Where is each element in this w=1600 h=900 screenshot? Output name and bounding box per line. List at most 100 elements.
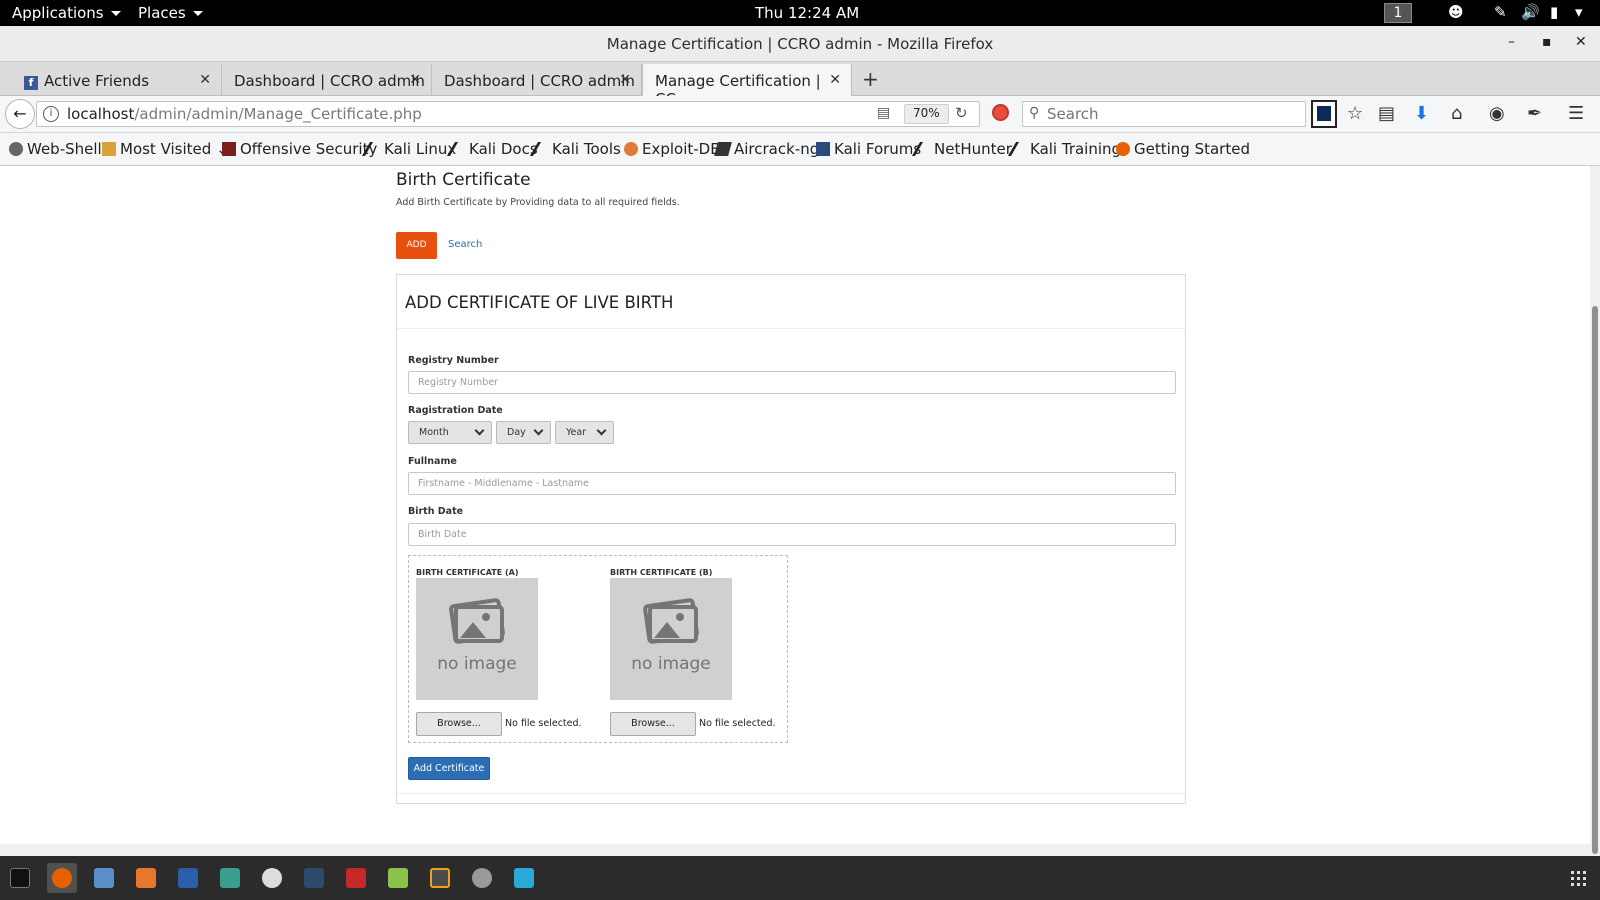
bookmark-kali-docs[interactable]: Kali Docs	[446, 140, 538, 158]
minimize-icon[interactable]: –	[1508, 34, 1515, 50]
firefox-app-icon[interactable]	[47, 863, 77, 893]
year-select[interactable]: Year	[555, 421, 614, 444]
pocket-icon[interactable]: ◉	[1489, 103, 1505, 124]
applications-label: Applications	[12, 4, 104, 22]
search-bar[interactable]: ⚲	[1022, 101, 1306, 127]
navigation-toolbar: ← i localhost/admin/admin/Manage_Certifi…	[0, 96, 1600, 133]
mountain-shape	[654, 622, 680, 638]
users-icon[interactable]: ☻	[1448, 3, 1464, 21]
kali-icon	[361, 142, 385, 156]
browse-button-a[interactable]: Browse...	[416, 712, 502, 736]
site-info-icon[interactable]: i	[43, 106, 59, 122]
settings-icon[interactable]	[467, 863, 497, 893]
bookmark-label: Kali Forums	[834, 140, 922, 158]
bookmark-nethunter[interactable]: NetHunter	[911, 140, 1012, 158]
downloads-icon[interactable]: ⬇	[1414, 103, 1429, 124]
bookmark-kali-linux[interactable]: Kali Linux	[361, 140, 456, 158]
new-tab-icon[interactable]: +	[862, 67, 879, 91]
bookmark-offensive-security[interactable]: Offensive Security	[222, 140, 377, 158]
library-icon[interactable]: ▤	[1378, 103, 1395, 124]
certificate-b-label: BIRTH CERTIFICATE (B)	[610, 568, 713, 577]
day-select[interactable]: Day	[496, 421, 551, 444]
extension-icon[interactable]	[1311, 100, 1337, 128]
bookmark-kali-training[interactable]: Kali Training	[1007, 140, 1121, 158]
search-link[interactable]: Search	[448, 239, 482, 250]
browse-button-b[interactable]: Browse...	[610, 712, 696, 736]
mountain-shape	[460, 622, 486, 638]
hamburger-menu-icon[interactable]: ☰	[1568, 103, 1584, 124]
battery-icon[interactable]: ▮	[1550, 3, 1558, 21]
facebook-icon: f	[24, 76, 38, 90]
scrollbar-thumb[interactable]	[1592, 306, 1598, 854]
tab-label: Dashboard | CCRO admin	[444, 72, 635, 90]
show-applications-icon[interactable]	[1571, 871, 1587, 887]
beef-icon[interactable]	[299, 863, 329, 893]
eyedropper-icon[interactable]: ✒	[1527, 103, 1542, 124]
offsec-icon	[222, 142, 236, 156]
places-label: Places	[138, 4, 186, 22]
pen-icon[interactable]: ✎	[1494, 3, 1507, 21]
bookmark-label: Aircrack-ng	[734, 140, 820, 158]
volume-icon[interactable]: 🔊	[1521, 3, 1540, 21]
system-monitor-icon[interactable]	[509, 863, 539, 893]
bookmark-kali-forums[interactable]: Kali Forums	[816, 140, 921, 158]
bookmark-exploit-db[interactable]: Exploit-DB	[624, 140, 721, 158]
terminal-icon[interactable]	[5, 863, 35, 893]
clock[interactable]: Thu 12:24 AM	[755, 4, 859, 22]
no-image-text: no image	[437, 654, 517, 674]
fullname-input[interactable]	[408, 472, 1176, 495]
url-path: /admin/admin/Manage_Certificate.php	[134, 105, 422, 123]
workspace-indicator[interactable]: 1	[1384, 3, 1412, 23]
bookmark-web-shell[interactable]: Web-Shell	[9, 140, 102, 158]
kali-icon	[1007, 142, 1031, 156]
certificate-b-preview: no image	[610, 578, 732, 700]
files-icon[interactable]	[89, 863, 119, 893]
tab-manage-certification[interactable]: Manage Certification | CC... ✕	[642, 64, 852, 108]
text-editor-icon[interactable]	[383, 863, 413, 893]
birth-date-input[interactable]	[408, 523, 1176, 546]
certificate-form-panel: ADD CERTIFICATE OF LIVE BIRTH Registry N…	[396, 274, 1186, 804]
url-text[interactable]: localhost/admin/admin/Manage_Certificate…	[67, 105, 422, 123]
sun-shape	[676, 613, 684, 621]
home-icon[interactable]: ⌂	[1451, 103, 1462, 124]
tab-dashboard-1[interactable]: Dashboard | CCRO admin ✕	[222, 64, 432, 96]
bookmark-getting-started[interactable]: Getting Started	[1116, 140, 1250, 158]
bookmark-most-visited[interactable]: Most Visited ⌄	[102, 140, 229, 158]
url-bar[interactable]: i localhost/admin/admin/Manage_Certifica…	[36, 101, 980, 127]
noscript-icon[interactable]	[992, 104, 1009, 121]
metasploit-icon[interactable]	[173, 863, 203, 893]
burpsuite-icon[interactable]	[131, 863, 161, 893]
bookmark-kali-tools[interactable]: Kali Tools	[529, 140, 621, 158]
add-button[interactable]: ADD	[396, 232, 437, 259]
search-input[interactable]	[1047, 104, 1297, 124]
zoom-indicator[interactable]: 70%	[904, 104, 949, 124]
tab-active-friends[interactable]: f Active Friends ✕	[12, 64, 222, 96]
tab-dashboard-2[interactable]: Dashboard | CCRO admin ✕	[432, 64, 642, 96]
places-menu[interactable]: Places	[138, 4, 203, 22]
registry-number-input[interactable]	[408, 371, 1176, 394]
bookmark-star-icon[interactable]: ☆	[1347, 103, 1363, 124]
close-tab-icon[interactable]: ✕	[829, 72, 841, 88]
no-file-text-a: No file selected.	[505, 718, 582, 729]
maltego-icon[interactable]	[257, 863, 287, 893]
armitage-icon[interactable]	[215, 863, 245, 893]
reload-icon[interactable]: ↻	[955, 104, 968, 122]
close-tab-icon[interactable]: ✕	[409, 72, 421, 88]
month-select[interactable]: Month	[408, 421, 492, 444]
bookmark-aircrack-ng[interactable]: Aircrack-ng	[714, 140, 820, 158]
faraday-icon[interactable]	[341, 863, 371, 893]
no-file-text-b: No file selected.	[699, 718, 776, 729]
applications-menu[interactable]: Applications	[12, 4, 121, 22]
sublime-icon[interactable]	[425, 863, 455, 893]
close-window-icon[interactable]: ✕	[1575, 34, 1587, 50]
chevron-down-icon	[596, 425, 607, 436]
reader-view-icon[interactable]: ▤	[877, 105, 890, 121]
power-menu-icon[interactable]: ▾	[1575, 3, 1583, 21]
add-certificate-button[interactable]: Add Certificate	[408, 757, 490, 780]
back-button[interactable]: ←	[5, 99, 35, 129]
maximize-icon[interactable]: ▪	[1542, 34, 1552, 50]
no-image-text: no image	[631, 654, 711, 674]
close-tab-icon[interactable]: ✕	[199, 72, 211, 88]
close-tab-icon[interactable]: ✕	[619, 72, 631, 88]
page-scrollbar[interactable]	[1590, 166, 1600, 856]
